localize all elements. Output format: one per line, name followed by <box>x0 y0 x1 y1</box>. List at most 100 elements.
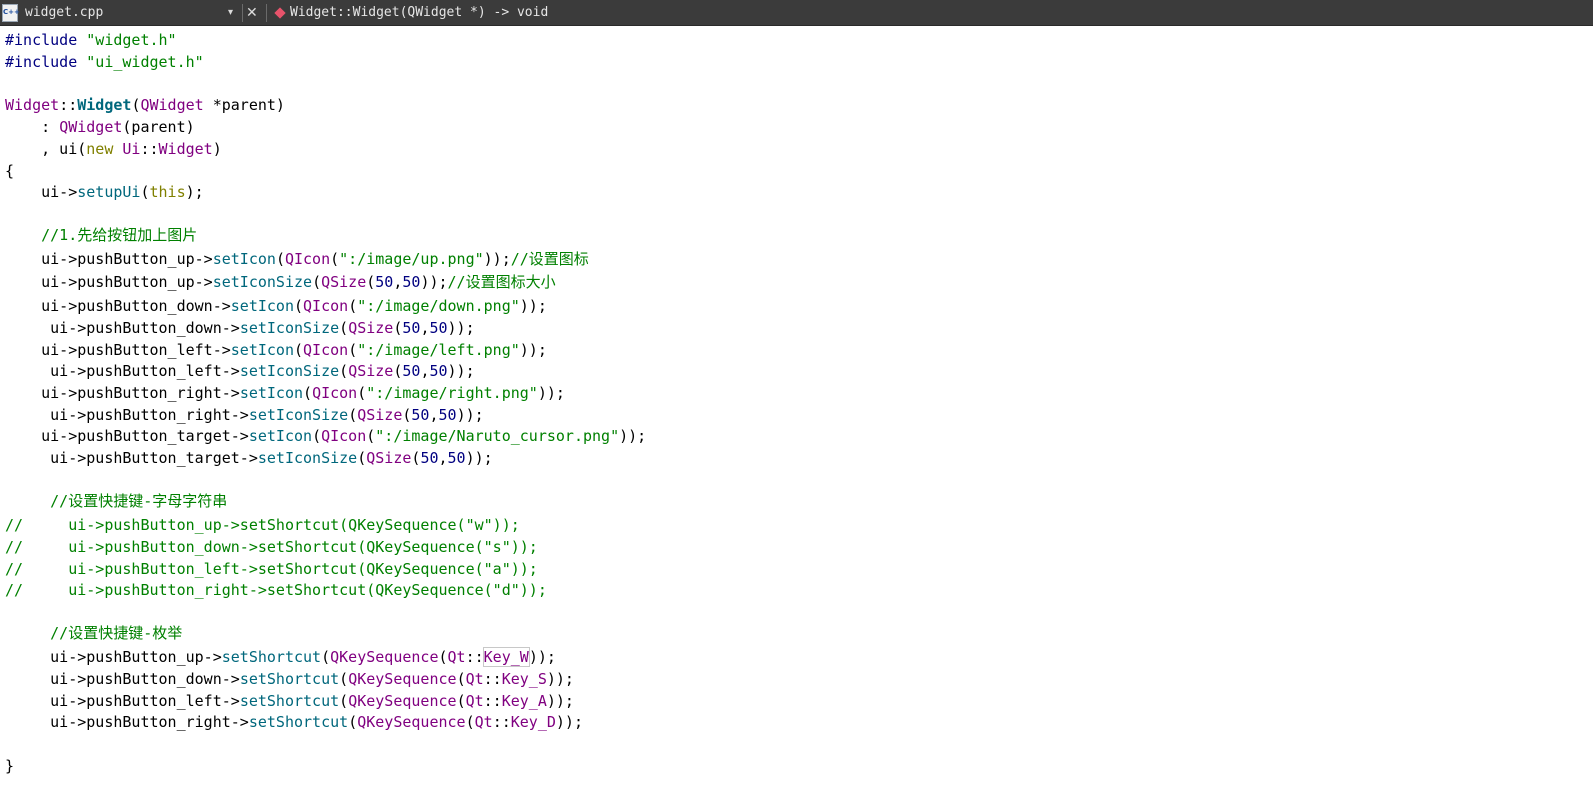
code-line: } <box>5 755 14 777</box>
code-token: 50 <box>375 273 394 291</box>
code-token: Ui <box>122 140 141 158</box>
code-line: ui->pushButton_right->setShortcut(QKeySe… <box>5 711 583 733</box>
code-token: Qt <box>474 713 493 731</box>
code-token: setShortcut <box>239 670 340 688</box>
code-token: ( <box>339 692 349 710</box>
code-line: ui->pushButton_up->setShortcut(QKeySeque… <box>5 646 556 668</box>
code-token: ":/image/up.png" <box>339 250 484 268</box>
code-token: Key_S <box>501 670 547 688</box>
code-token: setIcon <box>239 384 304 402</box>
code-token: ( <box>339 670 349 688</box>
code-line: ui->pushButton_right->setIcon(QIcon(":/i… <box>5 382 565 404</box>
code-token: , <box>429 406 439 424</box>
code-line: //1.先给按钮加上图片 <box>5 224 197 246</box>
code-token: QIcon <box>284 250 331 268</box>
code-token: ( <box>321 648 331 666</box>
code-token: : <box>5 118 60 136</box>
current-symbol[interactable]: Widget::Widget(QWidget *) -> void <box>290 5 548 21</box>
code-token: Qt <box>465 670 484 688</box>
code-token: "widget.h" <box>86 31 177 49</box>
code-token: QKeySequence <box>348 670 457 688</box>
code-line: ui->pushButton_up->setIconSize(QSize(50,… <box>5 271 556 293</box>
code-line: ui->pushButton_down->setIcon(QIcon(":/im… <box>5 295 547 317</box>
code-token: )); <box>555 713 583 731</box>
code-token: *parent) <box>203 96 285 114</box>
code-token: 50 <box>411 406 430 424</box>
code-token: setIcon <box>230 297 294 315</box>
code-comment: //设置图标 <box>510 250 589 268</box>
cpp-file-icon: C++ <box>2 4 20 22</box>
code-token-highlighted: Key_W <box>482 647 530 667</box>
cpp-file-icon-label: C++ <box>3 8 20 16</box>
code-comment: // ui->pushButton_up->setShortcut(QKeySe… <box>5 516 520 534</box>
code-token: )); <box>447 362 475 380</box>
code-line: { <box>5 160 14 182</box>
code-token: 50 <box>438 406 457 424</box>
code-editor[interactable]: #include "widget.h" #include "ui_widget.… <box>0 28 1593 795</box>
close-icon[interactable]: ✕ <box>246 3 258 23</box>
code-token: QKeySequence <box>330 648 439 666</box>
code-line: , ui(new Ui::Widget) <box>5 138 222 160</box>
code-token: ui->pushButton_target-> <box>5 427 249 445</box>
code-token: 50 <box>429 319 448 337</box>
code-token: ":/image/right.png" <box>366 384 538 402</box>
code-token: ( <box>330 250 340 268</box>
code-token: ":/image/left.png" <box>357 341 520 359</box>
toolbar-divider <box>266 4 267 22</box>
code-token: QSize <box>348 319 394 337</box>
file-name: widget.cpp <box>25 5 104 20</box>
code-token: 50 <box>447 449 466 467</box>
code-token: ui->pushButton_up-> <box>5 648 222 666</box>
editor-toolbar: C++ widget.cpp ▾ ✕ Widget::Widget(QWidge… <box>0 0 1593 26</box>
file-selector[interactable]: C++ widget.cpp ▾ <box>0 0 242 26</box>
code-comment: //设置图标大小 <box>447 273 556 291</box>
code-token: ( <box>348 341 358 359</box>
code-token: QSize <box>321 273 367 291</box>
code-token: 50 <box>420 449 439 467</box>
code-token: setIcon <box>248 427 313 445</box>
code-token: ui->pushButton_right-> <box>5 384 240 402</box>
code-token: setIconSize <box>239 319 340 337</box>
code-token: ":/image/down.png" <box>357 297 520 315</box>
code-token: ":/image/Naruto_cursor.png" <box>375 427 620 445</box>
code-token: setIcon <box>212 250 276 268</box>
code-token: QIcon <box>312 384 358 402</box>
code-token: Qt <box>447 648 466 666</box>
code-line: ui->pushButton_right->setIconSize(QSize(… <box>5 404 484 426</box>
code-token: ui->pushButton_left-> <box>5 341 231 359</box>
code-token: ( <box>348 406 358 424</box>
code-token: ( <box>438 648 448 666</box>
code-token: )); <box>528 648 556 666</box>
code-token: ( <box>456 692 466 710</box>
code-comment: // ui->pushButton_down->setShortcut(QKey… <box>5 538 538 556</box>
code-line: ui->pushButton_target->setIconSize(QSize… <box>5 447 493 469</box>
code-token: { <box>5 162 15 180</box>
code-line: //设置快捷键-字母字符串 <box>5 490 227 512</box>
code-line: // ui->pushButton_down->setShortcut(QKey… <box>5 536 538 558</box>
code-token: new <box>86 140 114 158</box>
code-token: ( <box>348 713 358 731</box>
chevron-down-icon[interactable]: ▾ <box>228 6 233 20</box>
code-token: #include <box>5 53 87 71</box>
code-token: :: <box>140 140 159 158</box>
code-token: setIconSize <box>212 273 313 291</box>
code-token: ( <box>339 362 349 380</box>
code-line: ui->pushButton_down->setIconSize(QSize(5… <box>5 317 474 339</box>
code-token: )); <box>456 406 484 424</box>
code-comment: //1.先给按钮加上图片 <box>5 226 198 244</box>
code-comment: // ui->pushButton_right->setShortcut(QKe… <box>5 581 547 599</box>
code-token: ui->pushButton_up-> <box>5 273 213 291</box>
code-token: ( <box>348 297 358 315</box>
code-token: QSize <box>357 406 403 424</box>
code-token: QIcon <box>303 297 349 315</box>
code-token: Widget <box>158 140 213 158</box>
code-line: ui->pushButton_left->setIcon(QIcon(":/im… <box>5 339 547 361</box>
code-token: QWidget <box>59 118 123 136</box>
code-token: ui->pushButton_up-> <box>5 250 213 268</box>
code-token: ) <box>212 140 222 158</box>
code-comment: // ui->pushButton_left->setShortcut(QKey… <box>5 560 538 578</box>
code-token: ui->pushButton_right-> <box>5 713 249 731</box>
code-token: QSize <box>348 362 394 380</box>
code-token: ( <box>465 713 475 731</box>
code-token: 50 <box>402 319 421 337</box>
